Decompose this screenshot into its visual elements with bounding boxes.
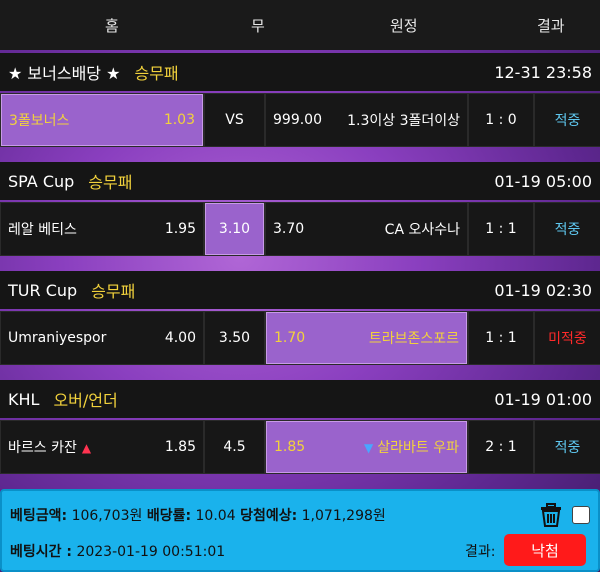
header-home: 홈 [105,16,119,35]
away-odds-button[interactable]: 1.70 트라브존스포르 [266,312,467,364]
league-name: SPA Cup [8,171,75,191]
home-odds: 4.00 [164,330,196,346]
draw-odds-button[interactable]: VS [205,94,264,146]
home-team: Umraniyespor [8,330,107,346]
bet-type: 오버/언더 [53,391,118,410]
away-odds: 3.70 [273,221,305,237]
away-team: 1.3이상 3폴더이상 [347,113,460,129]
column-header: 홈 무 원정 결과 [0,0,600,50]
bet-time-label: 베팅시간 : [10,544,72,560]
bet-type: 승무패 [88,173,133,192]
down-arrow-icon: ▼ [364,441,374,455]
game-row: 레알 베티스 1.95 3.10 3.70 CA 오사수나 1 : 1 적중 [0,202,600,256]
total-odds: 10.04 [195,508,236,524]
game-row: 바르스 카잔 ▲ 1.85 4.5 1.85 ▼ 살라바트 우파 2 : 1 적중 [0,420,600,474]
bet-time: 2023-01-19 00:51:01 [76,544,226,560]
league-name: ★ 보너스배당 ★ [8,64,121,83]
status-badge: 미적중 [548,331,587,347]
game-title-row: ★ 보너스배당 ★ 승무패 12-31 23:58 [0,53,600,91]
home-team: 바르스 카잔 [8,440,77,456]
score-cell: 1 : 0 [469,94,533,146]
away-odds-button[interactable]: 3.70 CA 오사수나 [266,203,467,255]
away-odds: 1.70 [274,330,306,346]
score-cell: 2 : 1 [469,421,533,473]
header-draw: 무 [251,16,265,35]
home-team: 3폴보너스 [9,113,70,129]
bet-summary-panel: 베팅금액: 106,703원 배당률: 10.04 당첨예상: 1,071,29… [0,489,600,572]
draw-odds: 3.10 [218,221,251,237]
status-badge: 적중 [554,440,581,456]
bet-amount: 106,703원 [71,508,143,524]
home-odds-button[interactable]: 3폴보너스 1.03 [1,94,203,146]
score: 2 : 1 [485,439,517,455]
away-team: 트라브존스포르 [368,331,459,347]
game-time: 01-19 01:00 [494,389,592,409]
game-row: Umraniyespor 4.00 3.50 1.70 트라브존스포르 1 : … [0,311,600,365]
draw-odds: 3.50 [218,330,251,346]
home-odds-button[interactable]: Umraniyespor 4.00 [1,312,203,364]
game-title-row: SPA Cup 승무패 01-19 05:00 [0,162,600,200]
result-button[interactable]: 낙첨 [504,534,586,566]
status-badge: 적중 [554,113,581,129]
home-odds-button[interactable]: 레알 베티스 1.95 [1,203,203,255]
home-odds: 1.95 [164,221,196,237]
home-team: 레알 베티스 [8,222,77,238]
odds-label: 배당률: [146,508,192,524]
expected-label: 당첨예상: [240,508,298,524]
status-cell: 적중 [535,421,600,473]
draw-odds: VS [225,112,244,128]
away-team: CA 오사수나 [384,222,460,238]
game-row: 3폴보너스 1.03 VS 999.00 1.3이상 3폴더이상 1 : 0 적… [0,93,600,147]
game-time: 01-19 02:30 [494,280,592,300]
away-odds: 1.85 [274,439,306,455]
score-cell: 1 : 1 [469,312,533,364]
draw-odds-button[interactable]: 3.50 [205,312,264,364]
bet-time-line: 베팅시간 : 2023-01-19 00:51:01 [10,541,225,561]
away-odds-button[interactable]: 1.85 ▼ 살라바트 우파 [266,421,467,473]
up-arrow-icon: ▲ [81,441,92,455]
score-cell: 1 : 1 [469,203,533,255]
status-cell: 적중 [535,94,600,146]
bet-type: 승무패 [134,64,179,83]
game-title-row: KHL 오버/언더 01-19 01:00 [0,380,600,418]
home-odds: 1.85 [164,439,196,455]
status-badge: 적중 [554,222,581,238]
result-label: 결과: [465,544,496,560]
game-title-row: TUR Cup 승무패 01-19 02:30 [0,271,600,309]
trash-icon[interactable] [540,503,562,527]
header-away: 원정 [390,16,418,35]
score: 1 : 1 [485,330,517,346]
home-odds-button[interactable]: 바르스 카잔 ▲ 1.85 [1,421,203,473]
score: 1 : 1 [485,221,517,237]
score: 1 : 0 [485,112,517,128]
bet-summary-line: 베팅금액: 106,703원 배당률: 10.04 당첨예상: 1,071,29… [10,505,386,525]
away-odds-button[interactable]: 999.00 1.3이상 3폴더이상 [266,94,467,146]
away-team: 살라바트 우파 [377,440,459,456]
status-cell: 적중 [535,203,600,255]
header-result: 결과 [537,16,565,35]
status-cell: 미적중 [535,312,600,364]
draw-odds-button[interactable]: 3.10 [205,203,264,255]
draw-odds: 4.5 [223,439,246,455]
game-time: 12-31 23:58 [494,62,592,82]
expected-payout: 1,071,298원 [301,508,386,524]
bet-type: 승무패 [91,282,136,301]
draw-odds-button[interactable]: 4.5 [205,421,264,473]
league-name: KHL [8,389,40,409]
away-odds: 999.00 [273,112,322,128]
game-time: 01-19 05:00 [494,171,592,191]
bet-amount-label: 베팅금액: [10,508,68,524]
select-checkbox[interactable] [572,506,590,524]
home-odds: 1.03 [163,112,195,128]
league-name: TUR Cup [8,280,78,300]
